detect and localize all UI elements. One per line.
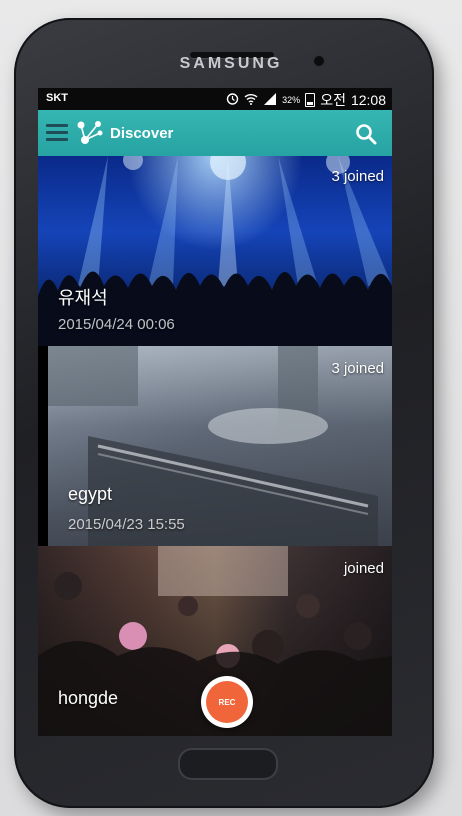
carrier-label: SKT	[46, 92, 68, 104]
wifi-icon	[244, 92, 258, 108]
event-card[interactable]: 3 joined 유재석 2015/04/24 00:06	[38, 156, 392, 346]
discover-feed: 3 joined 유재석 2015/04/24 00:06 3 joined e…	[38, 156, 392, 736]
search-icon[interactable]	[354, 122, 378, 151]
alarm-icon	[226, 92, 239, 108]
device-brand: SAMSUNG	[179, 55, 283, 72]
battery-percent: 32%	[282, 95, 301, 105]
app-bar: Discover	[38, 110, 392, 156]
phone-screen: SKT 32% 오전 12:08 Discover 3 joined 유재석 2…	[38, 88, 392, 736]
status-bar: SKT 32% 오전 12:08	[38, 88, 392, 110]
time-ampm: 오전	[320, 92, 346, 108]
home-button[interactable]	[178, 748, 278, 780]
event-date: 2015/04/23 15:55	[68, 516, 185, 533]
event-title: 유재석	[58, 288, 108, 308]
signal-icon	[263, 92, 277, 108]
event-card[interactable]: 3 joined egypt 2015/04/23 15:55	[48, 346, 392, 546]
joined-count: 3 joined	[331, 168, 384, 185]
record-button-label: REC	[206, 681, 248, 723]
status-time: 12:08	[350, 92, 386, 108]
event-title: egypt	[68, 484, 113, 504]
record-button[interactable]: REC	[201, 676, 253, 728]
status-icons: 32% 오전 12:08	[226, 90, 386, 110]
joined-count: 3 joined	[331, 360, 384, 377]
event-date: 2015/04/24 00:06	[58, 316, 175, 333]
event-title: hongde	[58, 688, 119, 708]
joined-count: joined	[343, 560, 384, 577]
hamburger-menu-icon[interactable]	[46, 124, 68, 142]
app-title: Discover	[110, 125, 174, 142]
app-logo-icon	[76, 120, 106, 151]
battery-icon	[305, 93, 316, 107]
